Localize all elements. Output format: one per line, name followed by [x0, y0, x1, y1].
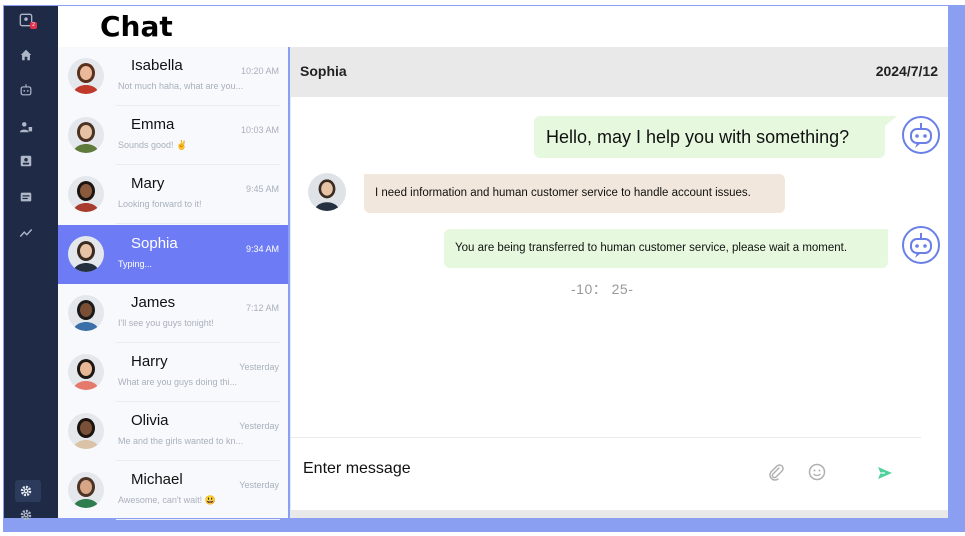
home-icon[interactable]: [17, 46, 35, 64]
avatar: [68, 236, 104, 272]
row-separator: [116, 519, 280, 520]
contact-preview: Sounds good! ✌: [118, 140, 188, 150]
row-separator: [116, 223, 280, 224]
contact-preview: Me and the girls wanted to kn...: [118, 436, 244, 446]
contact-item[interactable]: Emma 10:03 AM Sounds good! ✌: [58, 106, 288, 165]
title-bar: Chat: [58, 6, 948, 47]
message-input[interactable]: [303, 458, 723, 480]
contact-preview: I'll see you guys tonight!: [118, 318, 214, 328]
avatar: [68, 58, 104, 94]
contact-time: 9:34 AM: [245, 244, 279, 254]
message-text: Hello, may I help you with something?: [546, 127, 850, 147]
avatar: [68, 413, 104, 449]
chat-date: 2024/7/12: [875, 63, 938, 79]
chat-panel: Sophia 2024/7/12 Hello, may I help you w…: [291, 47, 948, 518]
contact-name: James: [131, 294, 176, 311]
chat-footer-strip: [291, 510, 948, 518]
contact-item[interactable]: Olivia Yesterday Me and the girls wanted t…: [58, 402, 288, 461]
id-card-icon[interactable]: [17, 152, 35, 170]
send-icon[interactable]: [876, 464, 894, 482]
message-text: You are being transferred to human custo…: [455, 242, 848, 254]
contact-item[interactable]: Harry Yesterday What are you guys doing th…: [58, 343, 288, 402]
contacts-icon[interactable]: [17, 118, 35, 136]
contact-time: 9:45 AM: [245, 184, 279, 194]
paperclip-icon[interactable]: [767, 463, 785, 481]
contact-time: 10:03 AM: [240, 125, 279, 135]
settings-icon[interactable]: [17, 482, 35, 500]
bubble-tail: [885, 116, 897, 126]
emoji-icon[interactable]: [808, 463, 826, 481]
contact-name: Sophia: [131, 235, 178, 252]
contact-name: Michael: [131, 471, 183, 488]
contact-time: Yesterday: [239, 480, 279, 490]
contact-preview: Typing...: [118, 259, 153, 269]
contact-time: 10:20 AM: [240, 66, 279, 76]
contact-item[interactable]: Mary 9:45 AM Looking forward to it!: [58, 165, 288, 224]
chat-header: Sophia 2024/7/12: [291, 47, 948, 97]
contact-name: Olivia: [131, 412, 169, 429]
contact-time: 7:12 AM: [245, 303, 279, 313]
contact-preview: Looking forward to it!: [118, 199, 202, 209]
notification-badge: 2: [30, 22, 37, 29]
user-message: I need information and human customer se…: [364, 174, 785, 213]
contact-name: Mary: [131, 175, 165, 192]
chat-contact-name: Sophia: [300, 63, 347, 79]
messages-icon[interactable]: [17, 188, 35, 206]
avatar: [68, 354, 104, 390]
contact-time: Yesterday: [239, 421, 279, 431]
bot-avatar-icon: [902, 226, 940, 264]
chart-icon[interactable]: [17, 224, 35, 242]
contact-name: Emma: [131, 116, 175, 133]
contact-list: Isabella 10:20 AM Not much haha, what are …: [58, 47, 288, 520]
sender-avatar: [308, 173, 346, 211]
inbox-icon[interactable]: 2: [17, 11, 37, 29]
bot-message: You are being transferred to human custo…: [444, 229, 888, 268]
contact-item[interactable]: Sophia 9:34 AM Typing...: [58, 225, 288, 284]
message-text: I need information and human customer se…: [375, 187, 751, 199]
contact-preview: What are you guys doing thi...: [118, 377, 238, 387]
contact-item[interactable]: Michael Yesterday Awesome, can't wait! 😃: [58, 461, 288, 520]
composer: [291, 438, 948, 510]
bot-message: Hello, may I help you with something?: [534, 116, 885, 158]
contact-item[interactable]: James 7:12 AM I'll see you guys tonight!: [58, 284, 288, 343]
contact-time: Yesterday: [239, 362, 279, 372]
avatar: [68, 117, 104, 153]
contact-preview: Not much haha, what are you...: [118, 81, 244, 91]
bot-avatar-icon: [902, 116, 940, 154]
sidebar-nav: 2: [4, 6, 58, 521]
avatar: [68, 176, 104, 212]
robot-icon[interactable]: [17, 81, 35, 99]
avatar: [68, 472, 104, 508]
contact-item[interactable]: Isabella 10:20 AM Not much haha, what are …: [58, 47, 288, 106]
page-title: Chat: [100, 10, 173, 43]
wait-timer: -10： 25-: [571, 281, 634, 297]
contact-name: Isabella: [131, 57, 183, 74]
avatar: [68, 295, 104, 331]
contact-name: Harry: [131, 353, 168, 370]
contact-preview: Awesome, can't wait! 😃: [118, 495, 216, 505]
settings-icon[interactable]: [17, 506, 35, 524]
